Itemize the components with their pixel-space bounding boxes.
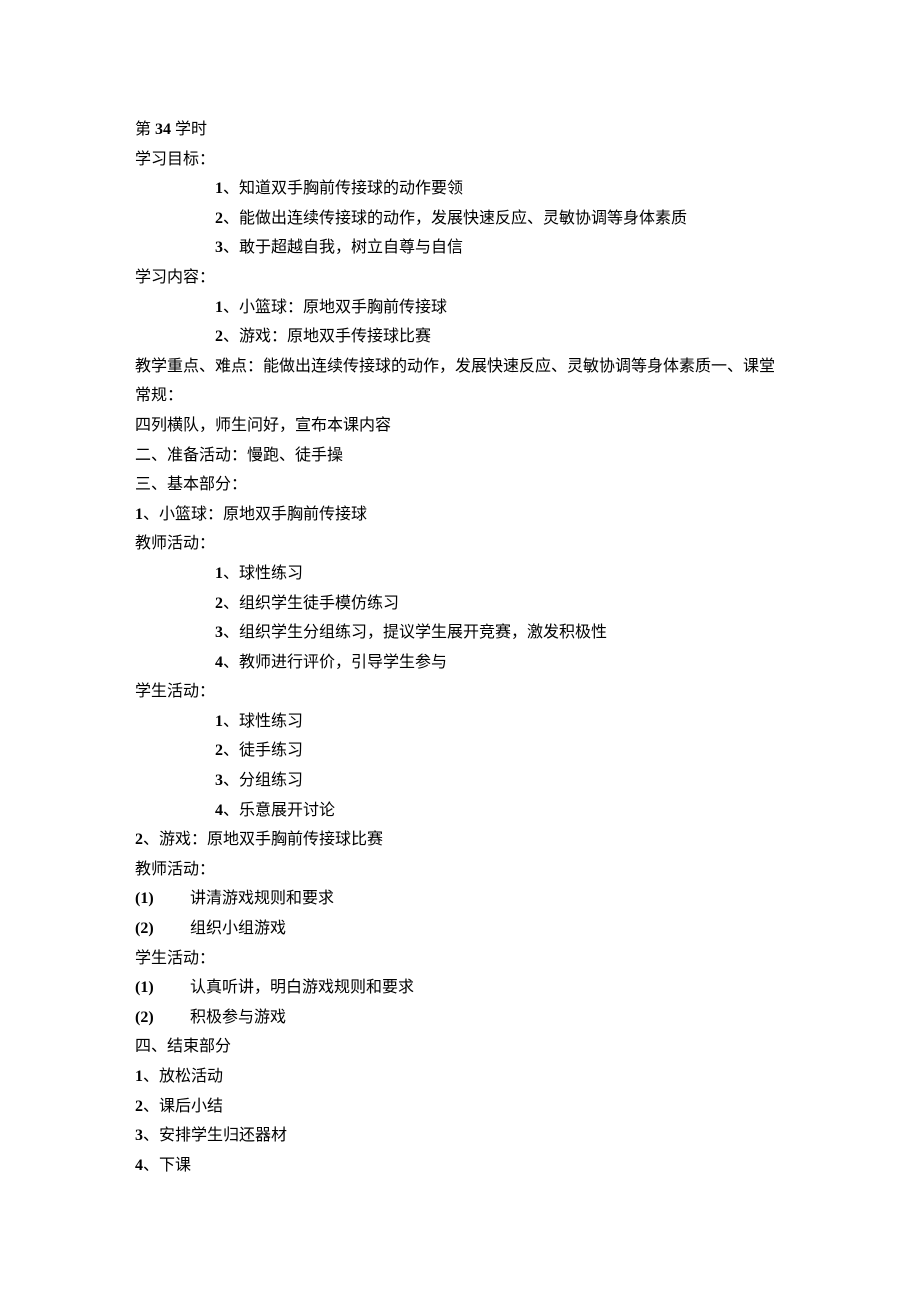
objective-item: 3、敢于超越自我，树立自尊与自信 [135, 233, 790, 263]
student-item: 1、球性练习 [135, 707, 790, 737]
ending-item: 2、课后小结 [135, 1092, 790, 1122]
teacher-item: 4、教师进行评价，引导学生参与 [135, 648, 790, 678]
main1-title: 1、小篮球：原地双手胸前传接球 [135, 500, 790, 530]
keypoint-text: 教学重点、难点：能做出连续传接球的动作，发展快速反应、灵敏协调等身体素质一、课堂… [135, 352, 790, 411]
objective-item: 2、能做出连续传接球的动作，发展快速反应、灵敏协调等身体素质 [135, 204, 790, 234]
teacher-item: 1、球性练习 [135, 559, 790, 589]
student-item: (1)认真听讲，明白游戏规则和要求 [135, 973, 790, 1003]
ending-item: 3、安排学生归还器材 [135, 1121, 790, 1151]
ending-item: 1、放松活动 [135, 1062, 790, 1092]
lesson-number: 34 [155, 121, 171, 138]
teacher-item: 2、组织学生徒手模仿练习 [135, 589, 790, 619]
teacher-item: (1)讲清游戏规则和要求 [135, 884, 790, 914]
ending-item: 4、下课 [135, 1151, 790, 1181]
teacher-label: 教师活动： [135, 529, 790, 559]
student-item: 2、徒手练习 [135, 736, 790, 766]
main2-title: 2、游戏：原地双手胸前传接球比赛 [135, 825, 790, 855]
main-label: 三、基本部分： [135, 470, 790, 500]
student-item: 4、乐意展开讨论 [135, 796, 790, 826]
content-item: 1、小篮球：原地双手胸前传接球 [135, 293, 790, 323]
teacher-label: 教师活动： [135, 855, 790, 885]
student-label: 学生活动： [135, 944, 790, 974]
teacher-item: 3、组织学生分组练习，提议学生展开竞赛，激发积极性 [135, 618, 790, 648]
student-item: 3、分组练习 [135, 766, 790, 796]
warmup-text: 二、准备活动：慢跑、徒手操 [135, 441, 790, 471]
content-item: 2、游戏：原地双手传接球比赛 [135, 322, 790, 352]
lesson-header: 第 34 学时 [135, 115, 790, 145]
lesson-prefix: 第 [135, 121, 155, 138]
student-label: 学生活动： [135, 677, 790, 707]
objective-item: 1、知道双手胸前传接球的动作要领 [135, 174, 790, 204]
teacher-item: (2)组织小组游戏 [135, 914, 790, 944]
ending-label: 四、结束部分 [135, 1032, 790, 1062]
student-item: (2)积极参与游戏 [135, 1003, 790, 1033]
content-label: 学习内容： [135, 263, 790, 293]
lesson-suffix: 学时 [171, 121, 207, 138]
objectives-label: 学习目标： [135, 145, 790, 175]
routine-text: 四列横队，师生问好，宣布本课内容 [135, 411, 790, 441]
